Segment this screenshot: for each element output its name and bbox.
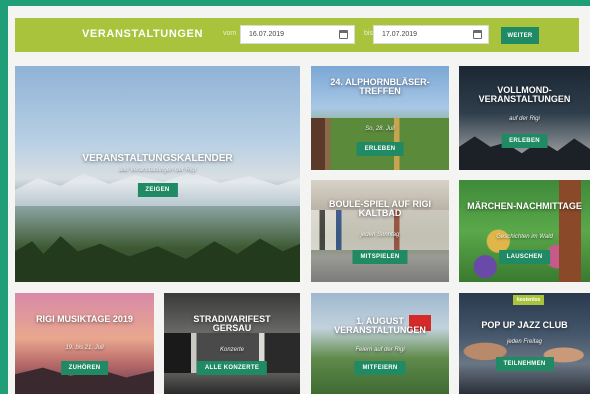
tile-subtitle: jeden Freitag	[506, 339, 543, 345]
erleben-button[interactable]: ERLEBEN	[356, 142, 404, 156]
tile-subtitle: Feiern auf der Rigi	[355, 347, 405, 353]
to-label: bis	[364, 30, 373, 37]
zeigen-button[interactable]: ZEIGEN	[137, 183, 178, 197]
mitfeiern-button[interactable]: MITFEIERN	[354, 361, 406, 375]
from-date-value: 16.07.2019	[249, 31, 285, 38]
tile-title: STRADIVARIFEST GERSAU	[193, 314, 271, 334]
tile-maerchen-nachmittage[interactable]: MÄRCHEN-NACHMITTAGE Geschichten im Wald …	[459, 180, 590, 282]
tile-title: POP UP JAZZ CLUB	[481, 320, 568, 330]
tile-1-august-veranstaltungen[interactable]: 1. AUGUST VERANSTALTUNGEN Feiern auf der…	[311, 293, 449, 394]
tile-stradivarifest-gersau[interactable]: STRADIVARIFEST GERSAU Konzerte ALLE KONZ…	[164, 293, 300, 394]
filter-title: VERANSTALTUNGEN	[82, 28, 204, 40]
tile-veranstaltungskalender[interactable]: VERANSTALTUNGSKALENDER alle Veranstaltun…	[15, 66, 300, 282]
alle-konzerte-button[interactable]: ALLE KONZERTE	[196, 361, 268, 375]
page: VERANSTALTUNGEN vom 16.07.2019 bis 17.07…	[8, 6, 590, 394]
tile-title: 1. AUGUST VERANSTALTUNGEN	[334, 316, 426, 336]
zuhoeren-button[interactable]: ZUHÖREN	[60, 361, 109, 375]
tile-subtitle: auf der Rigi	[509, 116, 540, 122]
tile-title: VERANSTALTUNGSKALENDER	[82, 153, 233, 164]
from-date-field[interactable]: 16.07.2019	[240, 25, 355, 44]
tree-trunk-image	[559, 180, 581, 282]
tile-title: RIGI MUSIKTAGE 2019	[36, 314, 133, 324]
tile-subtitle: jeden Sonntag	[360, 232, 400, 238]
tile-title: VOLLMOND-VERANSTALTUNGEN	[478, 85, 571, 105]
forest-silhouette	[15, 236, 300, 282]
erleben-button[interactable]: ERLEBEN	[501, 134, 548, 148]
tile-subtitle: Konzerte	[219, 347, 244, 353]
weiter-button[interactable]: WEITER	[501, 27, 539, 44]
mitspielen-button[interactable]: MITSPIELEN	[352, 250, 408, 264]
calendar-icon[interactable]	[339, 30, 348, 39]
event-filter-bar: VERANSTALTUNGEN vom 16.07.2019 bis 17.07…	[15, 18, 579, 52]
tile-subtitle: Geschichten im Wald	[496, 234, 553, 240]
tile-pop-up-jazz-club[interactable]: kostenlos POP UP JAZZ CLUB jeden Freitag…	[459, 293, 590, 394]
tile-title: 24. ALPHORNBLÄSER-TREFFEN	[330, 77, 430, 97]
lauschen-button[interactable]: LAUSCHEN	[498, 250, 551, 264]
to-date-value: 17.07.2019	[382, 31, 418, 38]
tile-title: MÄRCHEN-NACHMITTAGE	[467, 201, 582, 211]
tile-alphornblaeser-treffen[interactable]: 24. ALPHORNBLÄSER-TREFFEN So, 28. Juli E…	[311, 66, 449, 170]
tile-subtitle: So, 28. Juli	[365, 126, 395, 132]
to-date-field[interactable]: 17.07.2019	[373, 25, 489, 44]
tile-subtitle: alle Veranstaltungen der Rigi	[119, 167, 196, 173]
tile-rigi-musiktage[interactable]: RIGI MUSIKTAGE 2019 19. bis 21. Juli ZUH…	[15, 293, 154, 394]
kostenlos-badge: kostenlos	[513, 295, 545, 305]
tile-title: BOULE-SPIEL AUF RIGI KALTBAD	[328, 199, 431, 219]
tile-subtitle: 19. bis 21. Juli	[65, 345, 104, 351]
calendar-icon[interactable]	[473, 30, 482, 39]
tile-boule-spiel[interactable]: BOULE-SPIEL AUF RIGI KALTBAD jeden Sonnt…	[311, 180, 449, 282]
from-label: vom	[223, 30, 237, 37]
tile-vollmond-veranstaltungen[interactable]: VOLLMOND-VERANSTALTUNGEN auf der Rigi ER…	[459, 66, 590, 170]
teilnehmen-button[interactable]: TEILNEHMEN	[495, 357, 554, 371]
